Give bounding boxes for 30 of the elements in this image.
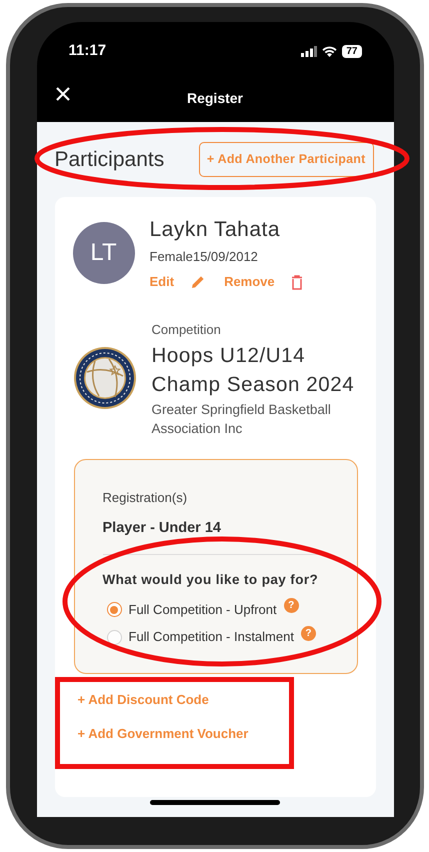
signal-icon xyxy=(301,46,318,56)
payment-question: What would you like to pay for? xyxy=(102,570,320,589)
participant-name: Laykn Tahata xyxy=(150,216,282,243)
battery-level: 77 xyxy=(342,44,362,58)
help-badge[interactable]: ? xyxy=(300,626,316,640)
radio-button[interactable] xyxy=(106,630,122,644)
pencil-icon[interactable] xyxy=(190,274,206,290)
window-title: Register xyxy=(186,88,244,108)
organisation-name: Greater Springfield Basketball Association Inc xyxy=(152,401,332,438)
basketball-association-logo-icon xyxy=(72,346,136,410)
status-time: 11:17 xyxy=(68,40,106,61)
add-participant-button[interactable]: + Add Another Participant xyxy=(198,142,374,177)
help-badge[interactable]: ? xyxy=(284,598,299,613)
option-label[interactable]: Full Competition - Instalment xyxy=(128,627,294,647)
section-title: Participants xyxy=(54,146,164,173)
avatar: LT xyxy=(72,222,134,284)
radio-button[interactable] xyxy=(106,602,122,617)
add-link[interactable]: + Add Discount Code xyxy=(78,690,209,710)
competition-title: Hoops U12/U14 Champ Season 2024 xyxy=(152,343,356,398)
remove-link[interactable]: Remove xyxy=(224,272,275,292)
edit-link[interactable]: Edit xyxy=(150,272,174,292)
registration-label: Registration(s) xyxy=(102,489,188,508)
competition-label: Competition xyxy=(152,320,222,339)
registration-value: Player - Under 14 xyxy=(102,518,222,538)
option-label[interactable]: Full Competition - Upfront xyxy=(128,600,277,620)
participant-details: Female15/09/2012 xyxy=(150,248,259,266)
trash-icon[interactable] xyxy=(290,274,303,290)
add-link[interactable]: + Add Government Voucher xyxy=(78,724,248,744)
wifi-icon xyxy=(322,46,338,56)
close-icon[interactable] xyxy=(56,87,70,101)
